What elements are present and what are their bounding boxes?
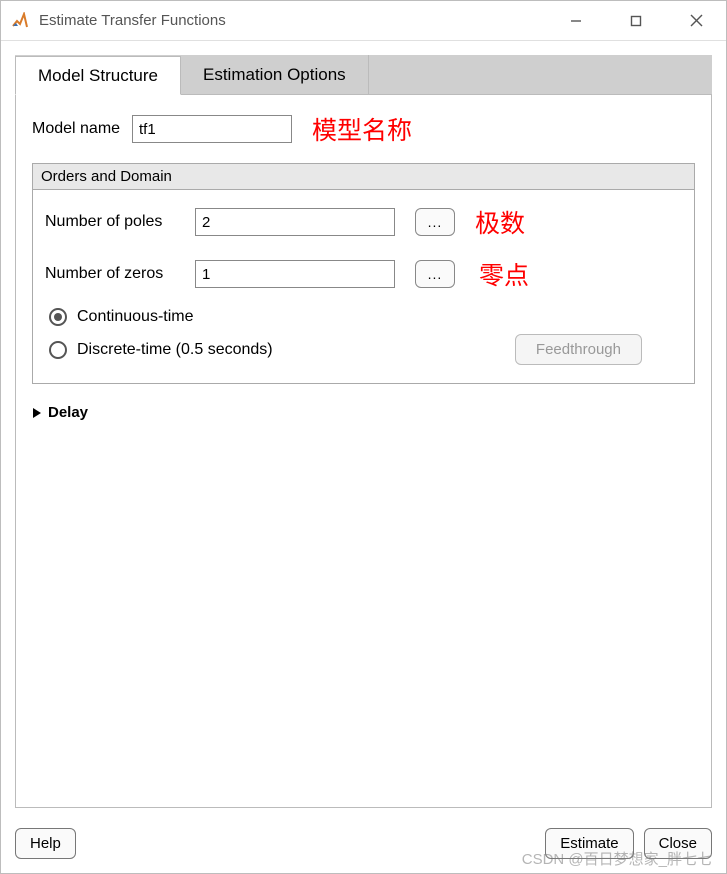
collapsed-triangle-icon — [32, 407, 42, 419]
delay-expander[interactable]: Delay — [32, 404, 695, 421]
button-label: Help — [30, 835, 61, 852]
radio-selected-icon — [49, 308, 67, 326]
orders-domain-fieldset: Orders and Domain Number of poles ... 极数… — [32, 163, 695, 384]
button-label: Estimate — [560, 835, 618, 852]
zeros-label: Number of zeros — [45, 265, 195, 283]
model-name-input[interactable] — [132, 115, 292, 143]
radio-discrete-time[interactable]: Discrete-time (0.5 seconds) — [49, 341, 273, 359]
content-area: Model Structure Estimation Options Model… — [1, 41, 726, 818]
zeros-browse-button[interactable]: ... — [415, 260, 455, 288]
annotation-poles: 极数 — [475, 204, 525, 240]
button-bar: Help Estimate Close — [1, 818, 726, 873]
feedthrough-button[interactable]: Feedthrough — [515, 334, 642, 365]
window-controls — [546, 1, 726, 40]
tab-label: Estimation Options — [203, 65, 346, 85]
poles-label: Number of poles — [45, 213, 195, 231]
radio-label: Continuous-time — [77, 308, 194, 326]
delay-label: Delay — [48, 404, 88, 421]
maximize-button[interactable] — [606, 1, 666, 40]
tab-panel-model-structure: Model name 模型名称 Orders and Domain Number… — [15, 95, 712, 808]
tab-label: Model Structure — [38, 66, 158, 86]
close-window-button[interactable] — [666, 1, 726, 40]
window: Estimate Transfer Functions Model Struct… — [0, 0, 727, 874]
time-domain-radio-group: Continuous-time Discrete-time (0.5 secon… — [45, 308, 682, 365]
titlebar: Estimate Transfer Functions — [1, 1, 726, 41]
radio-unselected-icon — [49, 341, 67, 359]
ellipsis-icon: ... — [428, 266, 443, 282]
annotation-model-name: 模型名称 — [312, 111, 412, 147]
radio-label: Discrete-time (0.5 seconds) — [77, 341, 273, 359]
tab-model-structure[interactable]: Model Structure — [15, 56, 181, 95]
ellipsis-icon: ... — [428, 214, 443, 230]
orders-domain-title: Orders and Domain — [33, 164, 694, 190]
zeros-row: Number of zeros ... 零点 — [45, 256, 682, 292]
tab-estimation-options[interactable]: Estimation Options — [181, 55, 369, 94]
matlab-icon — [11, 12, 29, 30]
model-name-label: Model name — [32, 120, 132, 138]
orders-domain-body: Number of poles ... 极数 Number of zeros .… — [33, 190, 694, 383]
close-button[interactable]: Close — [644, 828, 712, 859]
window-title: Estimate Transfer Functions — [39, 12, 546, 29]
poles-browse-button[interactable]: ... — [415, 208, 455, 236]
radio-continuous-time[interactable]: Continuous-time — [49, 308, 682, 326]
estimate-button[interactable]: Estimate — [545, 828, 633, 859]
poles-input[interactable] — [195, 208, 395, 236]
minimize-button[interactable] — [546, 1, 606, 40]
button-label: Close — [659, 835, 697, 852]
help-button[interactable]: Help — [15, 828, 76, 859]
zeros-input[interactable] — [195, 260, 395, 288]
feedthrough-label: Feedthrough — [536, 341, 621, 358]
poles-row: Number of poles ... 极数 — [45, 204, 682, 240]
annotation-zeros: 零点 — [479, 256, 529, 292]
model-name-row: Model name 模型名称 — [32, 111, 695, 147]
tab-bar: Model Structure Estimation Options — [15, 55, 712, 95]
discrete-feedthrough-line: Discrete-time (0.5 seconds) Feedthrough — [45, 334, 682, 365]
